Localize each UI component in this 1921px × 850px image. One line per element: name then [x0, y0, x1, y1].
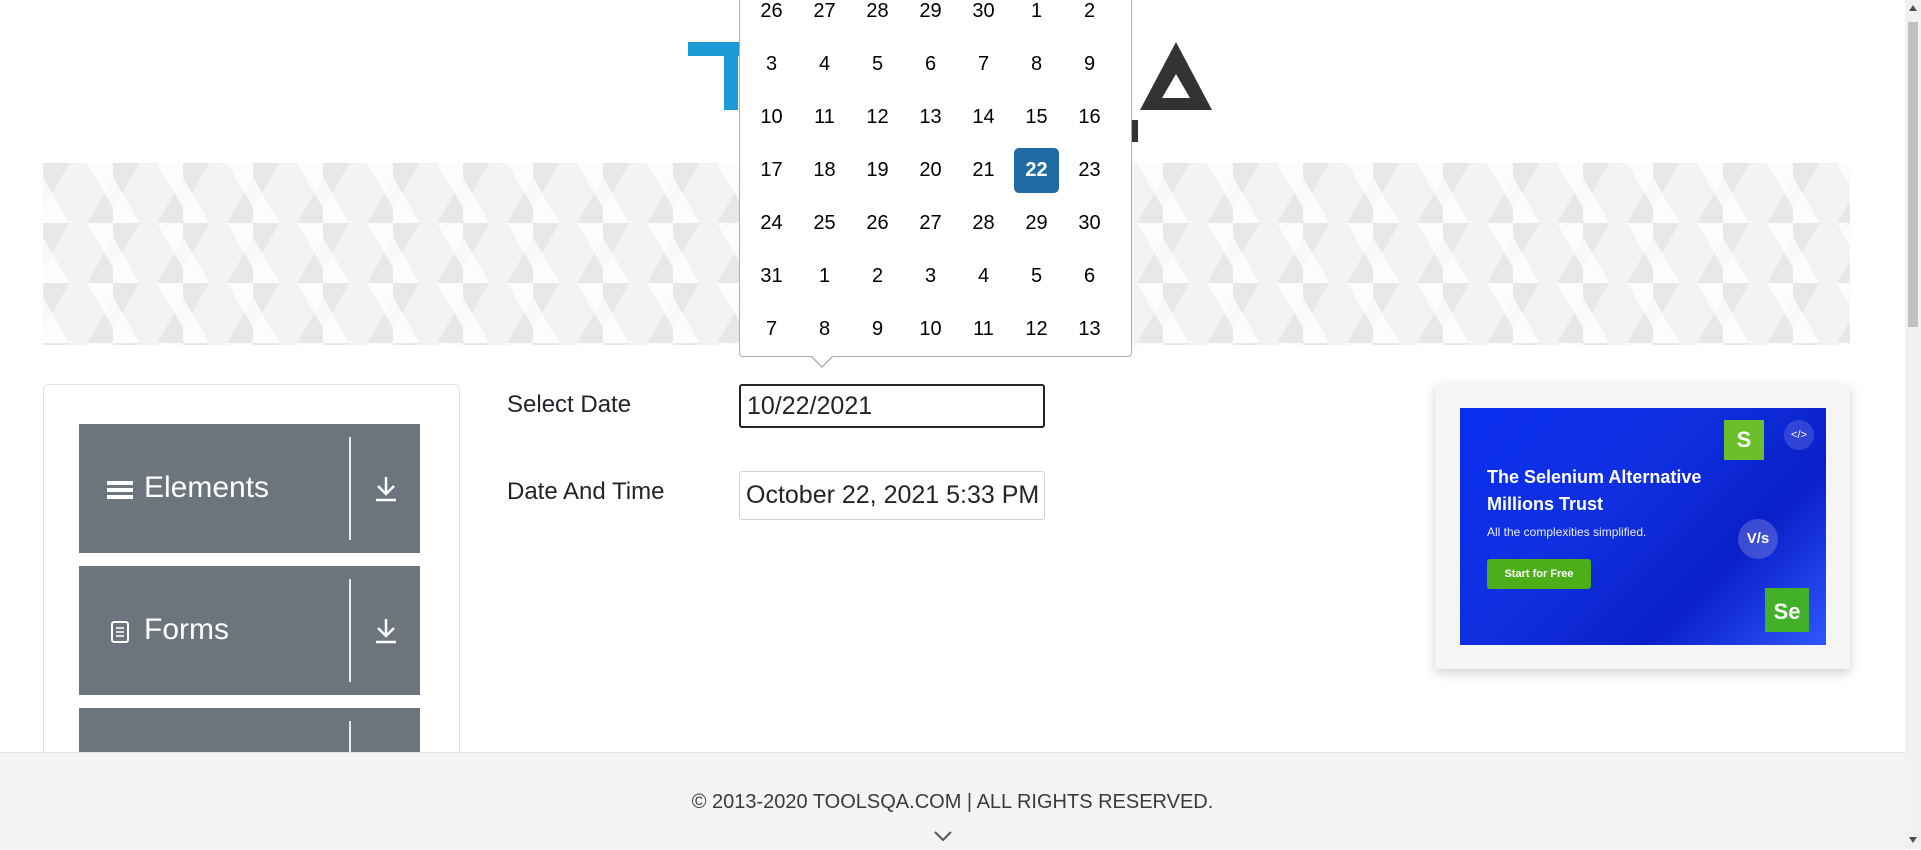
calendar-day[interactable]: 29	[908, 0, 953, 34]
calendar-day[interactable]: 3	[749, 42, 794, 87]
calendar-day[interactable]: 7	[961, 42, 1006, 87]
datepicker-arrow	[810, 355, 834, 368]
calendar-day[interactable]: 6	[908, 42, 953, 87]
vertical-scrollbar[interactable]	[1905, 0, 1921, 849]
calendar-day[interactable]: 14	[961, 95, 1006, 140]
scrollbar-thumb[interactable]	[1908, 22, 1918, 327]
logo-letter-a-inner	[1162, 74, 1190, 98]
calendar-day[interactable]: 17	[749, 148, 794, 193]
calendar-day[interactable]: 26	[749, 0, 794, 34]
sidebar-group-elements[interactable]: Elements	[79, 424, 420, 553]
select-date-label: Select Date	[507, 391, 632, 418]
calendar-day[interactable]: 8	[1014, 42, 1059, 87]
calendar-day[interactable]: 2	[1067, 0, 1112, 34]
download-icon[interactable]	[371, 615, 401, 647]
ad-start-free-button[interactable]: Start for Free	[1487, 559, 1591, 589]
calendar-day[interactable]: 18	[802, 148, 847, 193]
calendar-day[interactable]: 31	[749, 254, 794, 299]
sidebar: Elements Forms	[43, 384, 460, 766]
calendar-day[interactable]: 29	[1014, 201, 1059, 246]
divider	[349, 721, 351, 752]
calendar-day[interactable]: 28	[855, 0, 900, 34]
calendar-day[interactable]: 10	[749, 95, 794, 140]
scroll-up-arrow-icon[interactable]	[1909, 5, 1917, 11]
calendar-day[interactable]: 21	[961, 148, 1006, 193]
calendar-day[interactable]: 23	[1067, 148, 1112, 193]
ad-title: The Selenium Alternative Millions Trust	[1487, 467, 1702, 514]
sidebar-group-label: Elements	[144, 471, 270, 504]
menu-icon	[107, 477, 133, 503]
calendar-day[interactable]: 30	[961, 0, 1006, 34]
ad-banner[interactable]: The Selenium Alternative Millions Trust …	[1460, 408, 1826, 645]
versus-icon: V/s	[1738, 519, 1778, 559]
calendar-day[interactable]: 25	[802, 201, 847, 246]
calendar-day[interactable]: 13	[1067, 307, 1112, 352]
sidebar-group-partial[interactable]	[79, 708, 420, 752]
sidebar-group-forms[interactable]: Forms	[79, 566, 420, 695]
calendar-day[interactable]: 6	[1067, 254, 1112, 299]
divider	[349, 579, 351, 682]
copyright-text: © 2013-2020 TOOLSQA.COM | ALL RIGHTS RES…	[691, 791, 1214, 813]
calendar-day[interactable]: 27	[908, 201, 953, 246]
calendar-day[interactable]: 19	[855, 148, 900, 193]
code-icon: </>	[1784, 420, 1814, 450]
calendar-day[interactable]: 5	[1014, 254, 1059, 299]
calendar-day[interactable]: 8	[802, 307, 847, 352]
selenium-logo-icon: Se	[1765, 588, 1809, 632]
calendar-day[interactable]: 4	[961, 254, 1006, 299]
calendar-day[interactable]: 10	[908, 307, 953, 352]
calendar-day[interactable]: 12	[1014, 307, 1059, 352]
calendar-day[interactable]: 2	[855, 254, 900, 299]
calendar-day[interactable]: 28	[961, 201, 1006, 246]
document-icon	[107, 619, 133, 645]
calendar-day[interactable]: 5	[855, 42, 900, 87]
ad-s-badge-icon: S	[1724, 420, 1764, 460]
calendar-day[interactable]: 9	[855, 307, 900, 352]
calendar-day[interactable]: 12	[855, 95, 900, 140]
select-date-input[interactable]	[739, 384, 1045, 428]
ad-subtitle: All the complexities simplified.	[1487, 525, 1647, 539]
date-time-label: Date And Time	[507, 478, 665, 505]
calendar-day[interactable]: 20	[908, 148, 953, 193]
date-time-input[interactable]	[739, 471, 1045, 520]
calendar-day[interactable]: 27	[802, 0, 847, 34]
calendar-day[interactable]: 15	[1014, 95, 1059, 140]
calendar-day[interactable]: 4	[802, 42, 847, 87]
calendar-day[interactable]: 13	[908, 95, 953, 140]
calendar-day[interactable]: 1	[1014, 0, 1059, 34]
download-icon[interactable]	[371, 473, 401, 505]
divider	[349, 437, 351, 540]
footer: © 2013-2020 TOOLSQA.COM | ALL RIGHTS RES…	[0, 752, 1905, 850]
scroll-down-arrow-icon[interactable]	[1909, 837, 1917, 843]
calendar-day[interactable]: 11	[802, 95, 847, 140]
calendar-day-selected[interactable]: 22	[1014, 148, 1059, 193]
chevron-down-icon[interactable]	[933, 829, 953, 843]
calendar-day[interactable]: 30	[1067, 201, 1112, 246]
calendar-day[interactable]: 26	[855, 201, 900, 246]
datepicker-popup: 26 27 28 29 30 1 2 3 4 5 6 7 8 9 10 11 12 13 14 15 16 17 18 19 2…	[739, 0, 1132, 368]
calendar-day[interactable]: 7	[749, 307, 794, 352]
calendar-day[interactable]: 16	[1067, 95, 1112, 140]
sidebar-group-label: Forms	[144, 613, 229, 646]
calendar-day[interactable]: 9	[1067, 42, 1112, 87]
calendar-day[interactable]: 3	[908, 254, 953, 299]
logo-mark-stem	[724, 42, 738, 110]
calendar-day[interactable]: 24	[749, 201, 794, 246]
calendar-day[interactable]: 1	[802, 254, 847, 299]
calendar-day[interactable]: 11	[961, 307, 1006, 352]
